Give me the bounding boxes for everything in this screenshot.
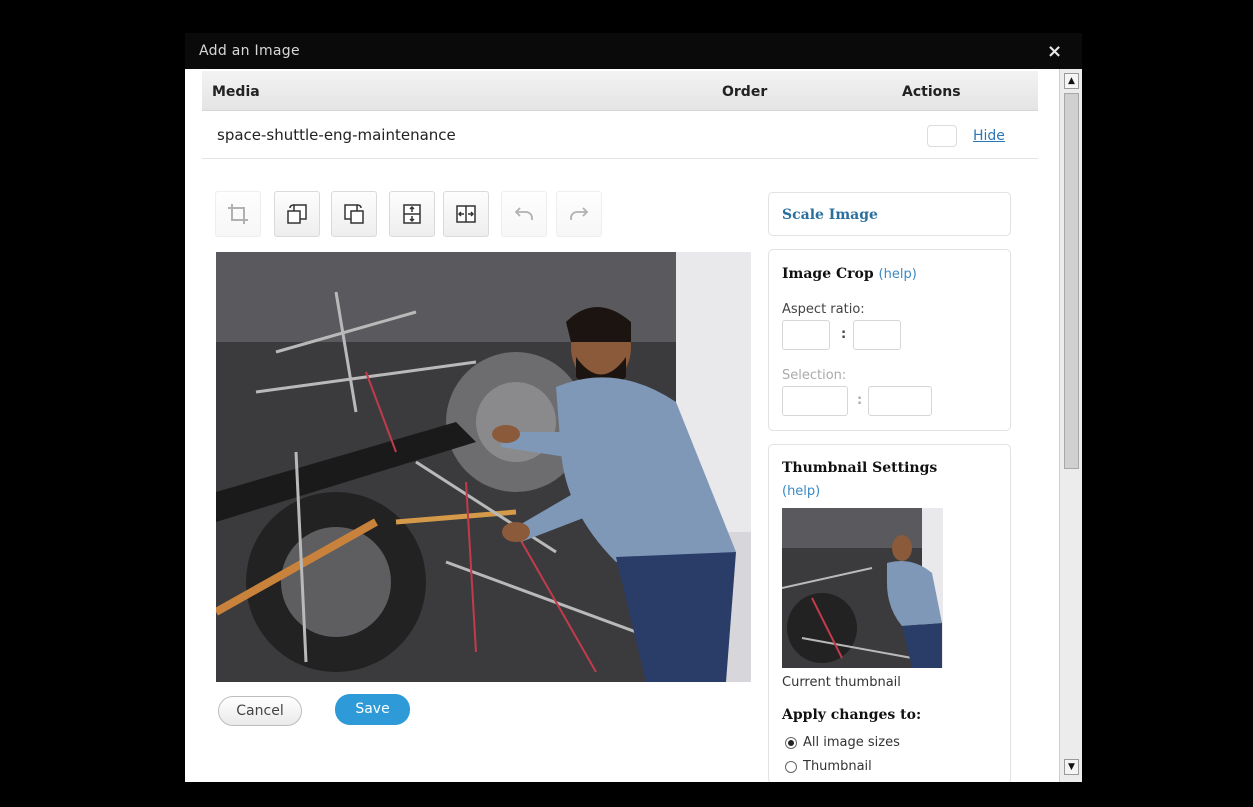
selection-width-input[interactable] [782, 386, 848, 416]
thumbnail-photo [782, 508, 943, 668]
apply-changes-label: Apply changes to: [782, 707, 922, 723]
image-crop-help-link[interactable]: (help) [879, 267, 917, 282]
flip-vertical-button[interactable] [389, 191, 435, 237]
scale-image-panel[interactable]: Scale Image [768, 192, 1011, 236]
dialog-content: Media Order Actions space-shuttle-eng-ma… [185, 69, 1059, 782]
aspect-ratio-height-input[interactable] [853, 320, 901, 350]
selection-label: Selection: [782, 368, 847, 383]
image-preview[interactable] [216, 252, 751, 682]
engine-photo [216, 252, 751, 682]
crop-button[interactable] [215, 191, 261, 237]
image-crop-title: Image Crop (help) [782, 266, 917, 282]
scrollbar-thumb[interactable] [1064, 93, 1079, 469]
flip-vertical-icon [403, 204, 421, 224]
undo-button[interactable] [501, 191, 547, 237]
option-all-image-sizes-label: All image sizes [803, 735, 900, 750]
thumbnail-settings-panel: Thumbnail Settings (help) Current thumbn… [768, 444, 1011, 782]
dialog-titlebar: Add an Image × [185, 33, 1082, 69]
aspect-ratio-separator: : [841, 327, 847, 342]
dialog-title: Add an Image [199, 43, 300, 59]
save-button[interactable]: Save [335, 694, 410, 725]
selection-separator: : [857, 393, 863, 408]
scroll-down-icon[interactable]: ▼ [1064, 759, 1079, 775]
image-crop-panel: Image Crop (help) Aspect ratio: : Select… [768, 249, 1011, 431]
scroll-up-icon[interactable]: ▲ [1064, 73, 1079, 89]
selection-height-input[interactable] [868, 386, 932, 416]
radio-thumbnail[interactable] [785, 761, 797, 773]
rotate-right-button[interactable] [331, 191, 377, 237]
cancel-button[interactable]: Cancel [218, 696, 302, 726]
column-header-media: Media [212, 84, 260, 100]
thumbnail-settings-title: Thumbnail Settings [782, 460, 938, 476]
media-filename: space-shuttle-eng-maintenance [217, 126, 456, 144]
option-thumbnail-label: Thumbnail [803, 759, 872, 774]
redo-icon [570, 207, 589, 220]
undo-icon [514, 207, 533, 220]
media-row: space-shuttle-eng-maintenance Hide [202, 111, 1038, 159]
vertical-scrollbar[interactable]: ▲ ▼ [1059, 69, 1082, 782]
image-crop-title-text: Image Crop [782, 266, 874, 282]
aspect-ratio-label: Aspect ratio: [782, 302, 865, 317]
media-table-header: Media Order Actions [202, 71, 1038, 111]
current-thumbnail-caption: Current thumbnail [782, 675, 901, 690]
order-input[interactable] [927, 125, 957, 147]
flip-horizontal-icon [456, 205, 476, 223]
add-image-dialog: Add an Image × Media Order Actions space… [185, 33, 1082, 782]
current-thumbnail-image [782, 508, 943, 668]
hide-link[interactable]: Hide [973, 128, 1005, 144]
close-icon[interactable]: × [1047, 41, 1062, 62]
aspect-ratio-width-input[interactable] [782, 320, 830, 350]
rotate-left-icon [287, 204, 307, 224]
column-header-order: Order [722, 84, 768, 100]
flip-horizontal-button[interactable] [443, 191, 489, 237]
redo-button[interactable] [556, 191, 602, 237]
crop-icon [228, 204, 248, 224]
scale-image-title[interactable]: Scale Image [782, 207, 878, 223]
column-header-actions: Actions [902, 84, 961, 100]
thumbnail-help-link[interactable]: (help) [782, 484, 820, 499]
rotate-right-icon [344, 204, 364, 224]
radio-all-image-sizes[interactable] [785, 737, 797, 749]
rotate-left-button[interactable] [274, 191, 320, 237]
